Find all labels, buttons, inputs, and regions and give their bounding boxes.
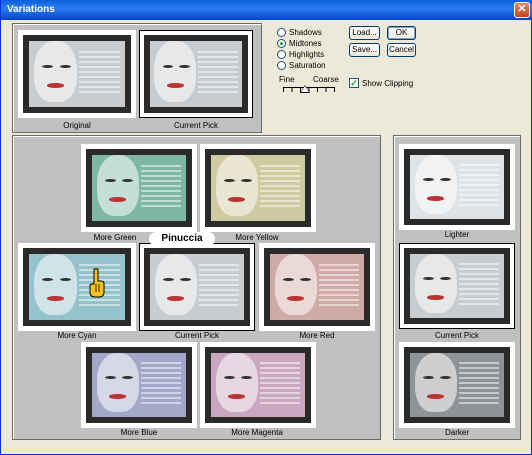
- thumbnail-image: [23, 35, 131, 113]
- current-pick-top-thumbnail[interactable]: [139, 30, 253, 118]
- slider-thumb[interactable]: [299, 85, 310, 93]
- thumbnail-image: [264, 248, 370, 326]
- close-button[interactable]: ✕: [514, 2, 530, 18]
- thumbnail-image: [205, 347, 311, 423]
- variations-dialog: Variations ✕ Original Current Pick Shado…: [0, 0, 532, 455]
- radio-icon: [277, 61, 286, 70]
- photo-border: [23, 35, 131, 113]
- darker-thumbnail[interactable]: [399, 342, 515, 428]
- more-magenta-thumbnail[interactable]: [200, 342, 316, 428]
- current-pick-brightness-thumbnail[interactable]: [399, 243, 515, 329]
- more-blue-thumbnail[interactable]: [81, 342, 197, 428]
- photo-border: [404, 347, 510, 423]
- radio-highlights[interactable]: Highlights: [277, 49, 324, 60]
- more-cyan-thumbnail[interactable]: [18, 243, 136, 331]
- thumbnail-image: [404, 347, 510, 423]
- radio-selected-icon: [277, 39, 286, 48]
- more-yellow-label: More Yellow: [235, 233, 279, 242]
- thumbnail-image: [86, 347, 192, 423]
- radio-midtones[interactable]: Midtones: [277, 38, 321, 49]
- photo-border: [264, 248, 370, 326]
- thumbnail-image: [404, 149, 510, 225]
- radio-saturation-label: Saturation: [289, 61, 326, 70]
- show-clipping-checkbox[interactable]: ✓ Show Clipping: [349, 78, 413, 88]
- photo-border: [23, 248, 131, 326]
- hand-pointer-icon: [89, 268, 105, 298]
- thumbnail-image: [404, 248, 510, 324]
- more-green-thumbnail[interactable]: [81, 144, 197, 232]
- radio-shadows-label: Shadows: [289, 28, 322, 37]
- coarse-label: Coarse: [313, 75, 339, 84]
- radio-icon: [277, 28, 286, 37]
- more-yellow-thumbnail[interactable]: [200, 144, 316, 232]
- thumbnail-image: [86, 149, 192, 227]
- cancel-button[interactable]: Cancel: [387, 43, 416, 57]
- title-bar: Variations ✕: [1, 0, 532, 20]
- radio-highlights-label: Highlights: [289, 50, 325, 59]
- radio-saturation[interactable]: Saturation: [277, 60, 325, 71]
- photo-border: [205, 347, 311, 423]
- lighter-thumbnail[interactable]: [399, 144, 515, 230]
- photo-border: [86, 347, 192, 423]
- current-pick-brightness-label: Current Pick: [434, 331, 479, 340]
- fine-label: Fine: [279, 75, 295, 84]
- more-magenta-label: More Magenta: [231, 428, 283, 437]
- thumbnail-image: [23, 248, 131, 326]
- photo-border: [404, 248, 510, 324]
- current-pick-center-label: Current Pick: [174, 331, 219, 340]
- lighter-label: Lighter: [444, 230, 470, 239]
- radio-shadows[interactable]: Shadows: [277, 27, 322, 38]
- original-label: Original: [63, 121, 91, 130]
- darker-label: Darker: [444, 428, 469, 437]
- more-blue-label: More Blue: [120, 428, 158, 437]
- more-cyan-label: More Cyan: [57, 331, 97, 340]
- pinuccia-watermark: Pinuccia: [149, 232, 215, 246]
- current-pick-top-label: Current Pick: [173, 121, 218, 130]
- photo-border: [144, 248, 250, 326]
- photo-border: [86, 149, 192, 227]
- more-red-thumbnail[interactable]: [259, 243, 375, 331]
- current-pick-center-thumbnail[interactable]: [139, 243, 255, 331]
- original-thumbnail[interactable]: [18, 30, 136, 118]
- show-clipping-label: Show Clipping: [362, 78, 414, 88]
- radio-icon: [277, 50, 286, 59]
- photo-border: [205, 149, 311, 227]
- save-button[interactable]: Save...: [349, 43, 380, 57]
- photo-border: [404, 149, 510, 225]
- thumbnail-image: [144, 35, 248, 113]
- more-red-label: More Red: [299, 331, 335, 340]
- thumbnail-image: [144, 248, 250, 326]
- thumbnail-image: [205, 149, 311, 227]
- radio-midtones-label: Midtones: [289, 39, 322, 48]
- load-button[interactable]: Load...: [349, 26, 380, 40]
- photo-border: [144, 35, 248, 113]
- checkmark-icon: ✓: [349, 78, 359, 88]
- window-title: Variations: [7, 4, 55, 15]
- ok-button[interactable]: OK: [387, 26, 416, 40]
